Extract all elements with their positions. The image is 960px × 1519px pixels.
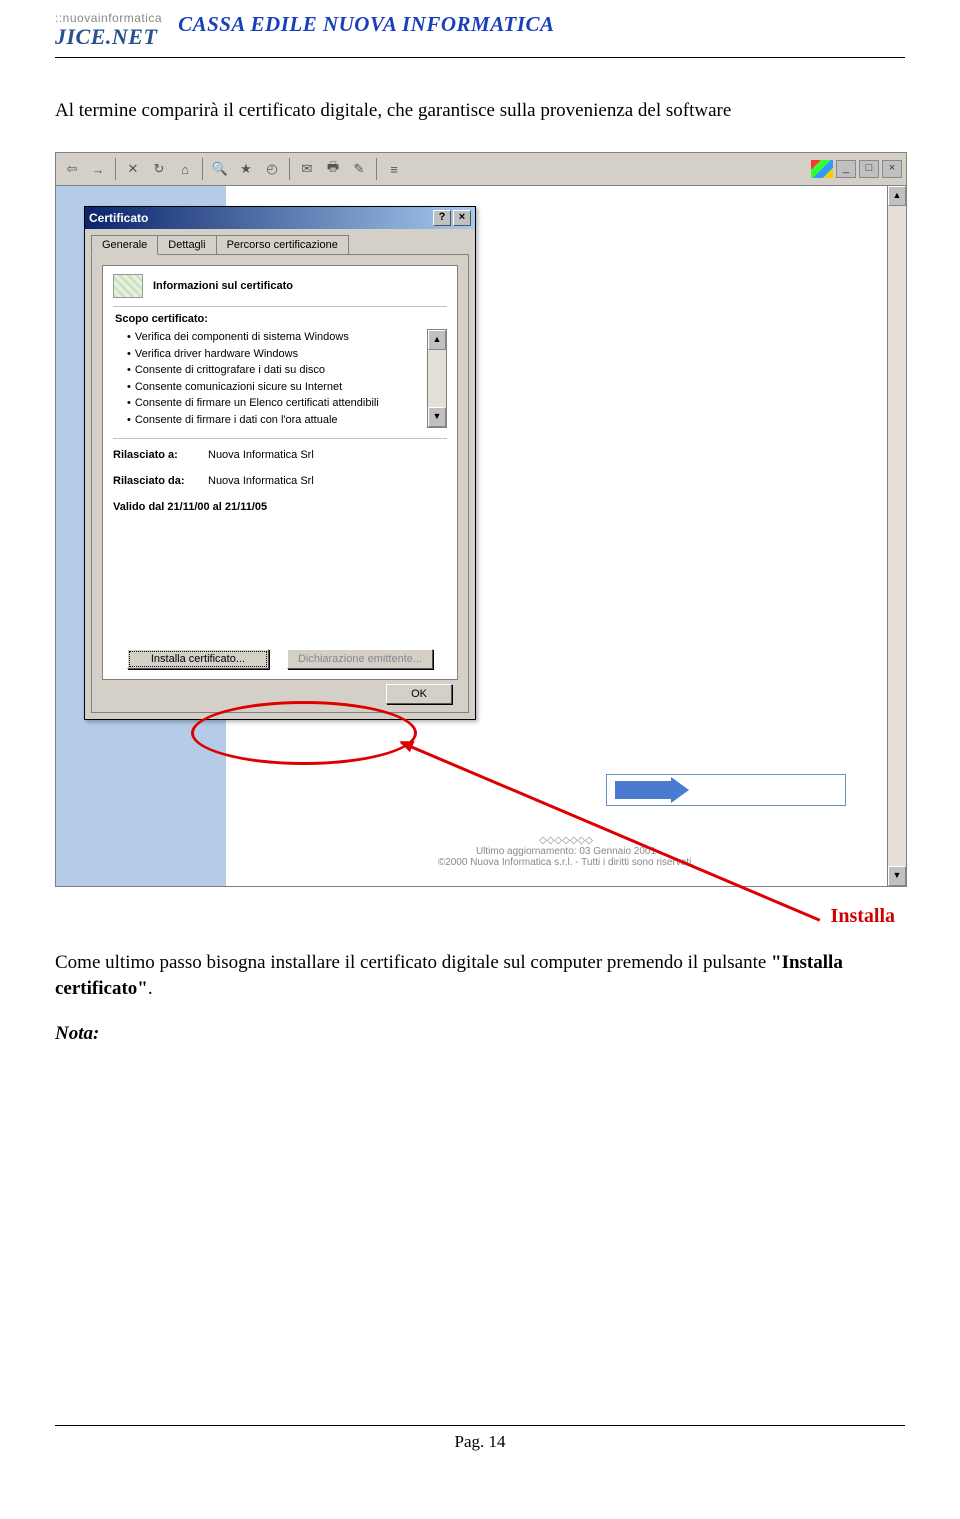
scrollbar[interactable]: ▲ ▼	[887, 186, 906, 886]
footer-line: Ultimo aggiornamento: 03 Gennaio 2001	[476, 846, 656, 857]
scroll-up-icon[interactable]: ▲	[428, 330, 446, 350]
print-icon[interactable]: 🖶	[321, 157, 345, 181]
scope-scrollbar[interactable]: ▲ ▼	[427, 329, 447, 428]
page-footer-note: ◇◇◇◇◇◇◇ Ultimo aggiornamento: 03 Gennaio…	[226, 835, 906, 868]
browser-content: iscritte alla Cassa Edile ed i loro cons…	[56, 186, 906, 886]
tab-panel: Informazioni sul certificato Scopo certi…	[91, 254, 469, 713]
help-icon[interactable]: ?	[433, 210, 451, 226]
browser-window: ⇦ → ✕ ↻ ⌂ 🔍 ★ ◴ ✉ 🖶 ✎ ≡ _ □ ×	[55, 152, 907, 887]
search-icon[interactable]: 🔍	[208, 157, 232, 181]
issued-by-label: Rilasciato da:	[113, 475, 208, 487]
instruction-text: .	[148, 978, 153, 999]
scope-item: Consente di firmare i dati con l'ora att…	[127, 412, 421, 429]
annotation-label: Installa	[55, 905, 905, 928]
instruction-text: Come ultimo passo bisogna installare il …	[55, 952, 771, 973]
history-icon[interactable]: ◴	[260, 157, 284, 181]
logo: ::nuovainformatica JICE.NET	[55, 12, 162, 49]
scroll-track[interactable]	[888, 206, 906, 866]
maximize-icon[interactable]: □	[859, 160, 879, 178]
dialog-title: Certificato	[89, 211, 148, 225]
cert-scope-list: Verifica dei componenti di sistema Windo…	[113, 329, 421, 428]
close-icon[interactable]: ×	[882, 160, 902, 178]
page-number: Pag. 14	[55, 1425, 905, 1452]
instruction-paragraph: Come ultimo passo bisogna installare il …	[55, 950, 905, 1001]
dialog-titlebar: Certificato ? ×	[85, 207, 475, 229]
dialog-close-icon[interactable]: ×	[453, 210, 471, 226]
browser-toolbar: ⇦ → ✕ ↻ ⌂ 🔍 ★ ◴ ✉ 🖶 ✎ ≡ _ □ ×	[56, 153, 906, 186]
header-title: CASSA EDILE NUOVA INFORMATICA	[178, 12, 555, 37]
tab-cert-path[interactable]: Percorso certificazione	[216, 235, 349, 255]
scroll-down-icon[interactable]: ▼	[428, 407, 446, 427]
page-header: ::nuovainformatica JICE.NET CASSA EDILE …	[55, 0, 905, 58]
minimize-icon[interactable]: _	[836, 160, 856, 178]
scope-item: Verifica dei componenti di sistema Windo…	[127, 329, 421, 346]
tab-details[interactable]: Dettagli	[157, 235, 216, 255]
footer-line: ©2000 Nuova Informatica s.r.l. - Tutti i…	[438, 857, 694, 868]
cert-info-heading: Informazioni sul certificato	[153, 280, 293, 292]
stop-icon[interactable]: ✕	[121, 157, 145, 181]
cert-scope-label: Scopo certificato:	[115, 313, 447, 325]
scope-item: Consente di firmare un Elenco certificat…	[127, 395, 421, 412]
certificate-icon	[113, 274, 143, 298]
intro-paragraph: Al termine comparirà il certificato digi…	[55, 98, 905, 124]
certificate-dialog: Certificato ? × Generale Dettagli Percor…	[84, 206, 476, 720]
issued-by-value: Nuova Informatica Srl	[208, 475, 314, 487]
tab-general[interactable]: Generale	[91, 235, 158, 255]
ok-button[interactable]: OK	[386, 684, 452, 704]
certificate-info-box: Informazioni sul certificato Scopo certi…	[102, 265, 458, 680]
logo-bottom-text: JICE.NET	[55, 25, 162, 49]
install-certificate-button[interactable]: Installa certificato...	[127, 649, 269, 669]
note-label: Nota:	[55, 1023, 905, 1045]
scope-item: Verifica driver hardware Windows	[127, 346, 421, 363]
issued-to-value: Nuova Informatica Srl	[208, 449, 314, 461]
scope-item: Consente di crittografare i dati su disc…	[127, 362, 421, 379]
issued-to-label: Rilasciato a:	[113, 449, 208, 461]
scope-item: Consente comunicazioni sicure su Interne…	[127, 379, 421, 396]
discuss-icon[interactable]: ≡	[382, 157, 406, 181]
windows-logo-icon	[811, 160, 833, 178]
favorites-icon[interactable]: ★	[234, 157, 258, 181]
scroll-up-icon[interactable]: ▲	[888, 186, 906, 206]
refresh-icon[interactable]: ↻	[147, 157, 171, 181]
scroll-track[interactable]	[428, 350, 446, 407]
mail-icon[interactable]: ✉	[295, 157, 319, 181]
back-icon[interactable]: ⇦	[60, 157, 84, 181]
scroll-down-icon[interactable]: ▼	[888, 866, 906, 886]
issuer-statement-button[interactable]: Dichiarazione emittente...	[287, 649, 433, 669]
edit-icon[interactable]: ✎	[347, 157, 371, 181]
next-button[interactable]	[606, 774, 846, 806]
dialog-tabs: Generale Dettagli Percorso certificazion…	[85, 229, 475, 255]
arrow-right-icon	[615, 781, 675, 799]
valid-from-to: Valido dal 21/11/00 al 21/11/05	[113, 501, 447, 513]
home-icon[interactable]: ⌂	[173, 157, 197, 181]
forward-icon[interactable]: →	[86, 157, 110, 181]
